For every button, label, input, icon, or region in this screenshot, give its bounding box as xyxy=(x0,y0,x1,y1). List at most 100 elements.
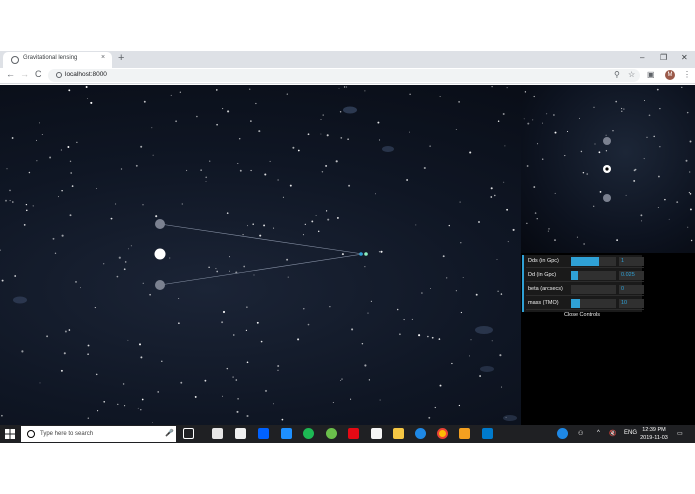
notifications-icon[interactable]: ▭ xyxy=(677,430,683,437)
star xyxy=(534,212,537,214)
controls-panel: Dds (in Gpc) 1 Dd (in Gpc) 0.025 beta (a… xyxy=(522,255,644,312)
star xyxy=(124,405,126,407)
star xyxy=(583,243,585,245)
vscode-icon[interactable] xyxy=(482,428,493,439)
star xyxy=(491,85,493,88)
star xyxy=(215,268,217,270)
star xyxy=(277,365,280,367)
star xyxy=(277,369,279,371)
star xyxy=(340,379,342,382)
star xyxy=(69,214,72,217)
slider-fill xyxy=(571,299,580,308)
star xyxy=(63,352,66,355)
star xyxy=(110,217,113,220)
star xyxy=(23,224,26,226)
star xyxy=(205,181,207,183)
star xyxy=(321,171,324,173)
star xyxy=(615,100,617,103)
control-label: mass (TMO) xyxy=(528,300,559,306)
star xyxy=(277,179,279,181)
star xyxy=(142,282,144,284)
git-icon[interactable] xyxy=(459,428,470,439)
star xyxy=(656,88,659,91)
star xyxy=(307,133,310,136)
app-circle-icon[interactable] xyxy=(326,428,337,439)
star xyxy=(460,242,462,244)
star xyxy=(115,203,117,205)
star xyxy=(533,95,535,98)
app-icon[interactable] xyxy=(281,428,292,439)
star xyxy=(180,381,183,384)
star xyxy=(554,131,557,134)
star xyxy=(14,275,17,277)
star xyxy=(364,90,366,92)
star xyxy=(605,134,607,136)
star xyxy=(61,190,63,192)
star xyxy=(470,339,472,341)
star xyxy=(379,139,381,141)
star xyxy=(245,329,247,331)
star xyxy=(411,318,413,320)
star xyxy=(140,408,142,411)
spotify-icon[interactable] xyxy=(303,428,314,439)
star xyxy=(524,91,527,93)
slider[interactable] xyxy=(571,257,616,266)
volume-icon[interactable]: 🔇 xyxy=(609,430,616,437)
star xyxy=(350,398,352,400)
star xyxy=(339,111,342,113)
lensing-scene xyxy=(0,85,693,423)
control-label: beta (arcsecs) xyxy=(528,286,563,292)
star xyxy=(67,146,70,148)
star xyxy=(343,86,346,88)
clock-time[interactable]: 12:39 PM xyxy=(640,427,668,433)
help-icon[interactable] xyxy=(557,428,568,439)
mail-icon[interactable] xyxy=(212,428,223,439)
notes-icon[interactable] xyxy=(371,428,382,439)
star xyxy=(455,290,457,292)
star xyxy=(593,106,595,108)
search-placeholder[interactable]: Type here to search xyxy=(40,431,93,437)
tray-expand-icon[interactable]: ^ xyxy=(597,430,600,436)
star xyxy=(469,151,472,154)
chrome-icon[interactable] xyxy=(437,428,448,439)
value-field[interactable]: 0.025 xyxy=(619,271,644,280)
star xyxy=(554,192,556,194)
star xyxy=(379,399,381,401)
value-field[interactable]: 10 xyxy=(619,299,644,308)
star xyxy=(178,322,180,324)
language-indicator[interactable]: ENG xyxy=(624,430,637,436)
galaxy-sprite xyxy=(475,326,493,334)
star xyxy=(526,222,528,224)
star xyxy=(178,298,180,299)
star xyxy=(554,239,556,241)
windows-start-icon[interactable] xyxy=(5,429,15,439)
microphone-icon[interactable]: 🎤 xyxy=(165,429,174,437)
star xyxy=(340,137,343,139)
value-field[interactable]: 0 xyxy=(619,285,644,294)
value-field[interactable]: 1 xyxy=(619,257,644,266)
task-view-icon[interactable] xyxy=(183,428,194,439)
dropbox-icon[interactable] xyxy=(258,428,269,439)
slider[interactable] xyxy=(571,299,616,308)
star xyxy=(151,127,153,129)
star xyxy=(281,418,284,421)
star xyxy=(282,196,284,198)
store-icon[interactable] xyxy=(235,428,246,439)
slider[interactable] xyxy=(571,271,616,280)
star xyxy=(403,319,405,321)
star xyxy=(541,158,544,160)
netflix-icon[interactable] xyxy=(348,428,359,439)
star xyxy=(289,184,292,187)
close-controls-button[interactable]: Close Controls xyxy=(522,312,642,320)
star xyxy=(209,160,211,162)
file-explorer-icon[interactable] xyxy=(393,428,404,439)
star xyxy=(286,93,288,95)
clock-date[interactable]: 2019-11-03 xyxy=(638,435,670,441)
people-icon[interactable]: ⚇ xyxy=(578,430,583,437)
star xyxy=(320,119,322,120)
edge-icon[interactable] xyxy=(415,428,426,439)
star xyxy=(38,122,41,124)
slider[interactable] xyxy=(571,285,616,294)
galaxy-sprite xyxy=(382,146,394,152)
star xyxy=(657,175,660,178)
